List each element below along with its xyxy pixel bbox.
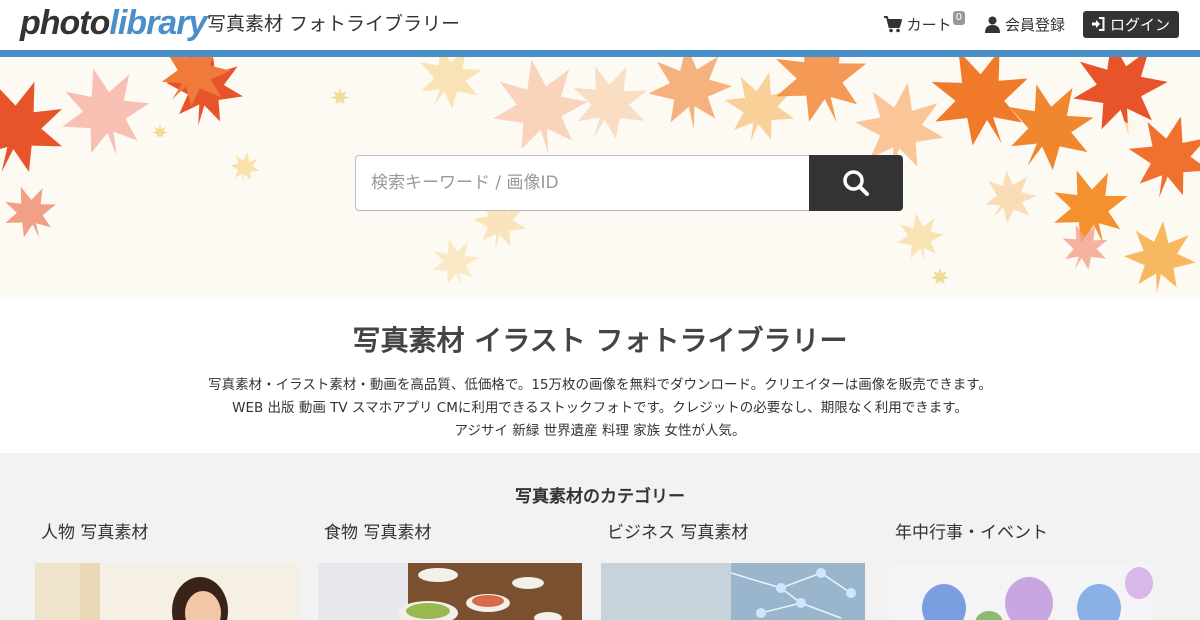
site-name[interactable]: 写真素材 フォトライブラリー <box>207 12 460 36</box>
login-icon <box>1091 17 1105 31</box>
category-card-people[interactable]: 人物 写真素材 <box>35 521 299 620</box>
intro-title: 写真素材 イラスト フォトライブラリー <box>352 324 848 357</box>
category-card-food[interactable]: 食物 写真素材 <box>318 521 582 620</box>
cart-link[interactable]: カート 0 <box>883 11 965 35</box>
category-thumbnail-events[interactable] <box>889 563 1153 620</box>
intro-line-1: 写真素材・イラスト素材・動画を高品質、低価格で。15万枚の画像を無料でダウンロー… <box>208 377 992 393</box>
search-input[interactable] <box>355 155 809 211</box>
categories-title: 写真素材のカテゴリー <box>515 487 685 507</box>
logo-library-text: library <box>109 4 207 42</box>
category-label[interactable]: 食物 写真素材 <box>318 521 582 545</box>
intro-line-3: アジサイ 新緑 世界遺産 料理 家族 女性が人気。 <box>454 423 746 439</box>
category-label[interactable]: 年中行事・イベント <box>889 521 1153 545</box>
register-label: 会員登録 <box>1004 15 1065 34</box>
site-header: photolibrary 写真素材 フォトライブラリー カート 0 会員登録 ロ… <box>0 0 1200 50</box>
register-link[interactable]: 会員登録 <box>984 14 1065 35</box>
search-icon <box>843 170 869 196</box>
login-button[interactable]: ログイン <box>1082 10 1179 38</box>
intro-description: 写真素材・イラスト素材・動画を高品質、低価格で。15万枚の画像を無料でダウンロー… <box>0 374 1200 443</box>
category-thumbnail-food[interactable] <box>318 563 582 620</box>
category-card-business[interactable]: ビジネス 写真素材 <box>601 521 865 620</box>
header-nav: カート 0 会員登録 ログイン <box>883 10 1179 38</box>
intro-line-2: WEB 出版 動画 TV スマホアプリ CMに利用できるストックフォトです。クレ… <box>232 400 968 416</box>
category-thumbnail-business[interactable] <box>601 563 865 620</box>
intro-section: 写真素材 イラスト フォトライブラリー 写真素材・イラスト素材・動画を高品質、低… <box>0 297 1200 453</box>
user-icon <box>984 16 1000 33</box>
category-card-events[interactable]: 年中行事・イベント <box>889 521 1153 620</box>
hero-banner <box>0 57 1200 297</box>
cart-count-badge: 0 <box>952 11 965 25</box>
header-accent-bar <box>0 50 1200 57</box>
category-label[interactable]: ビジネス 写真素材 <box>601 521 865 545</box>
logo-photo-text: photo <box>20 4 110 42</box>
login-label: ログイン <box>1109 15 1170 34</box>
cart-icon <box>883 16 902 33</box>
categories-section: 写真素材のカテゴリー 人物 写真素材 食物 写真素材 ビジネス 写真素材 年中行… <box>0 453 1200 620</box>
site-logo[interactable]: photolibrary <box>20 3 207 43</box>
category-label[interactable]: 人物 写真素材 <box>35 521 299 545</box>
search-form <box>355 155 903 211</box>
search-button[interactable] <box>809 155 903 211</box>
category-thumbnail-people[interactable] <box>35 563 299 620</box>
cart-label: カート <box>906 15 952 34</box>
